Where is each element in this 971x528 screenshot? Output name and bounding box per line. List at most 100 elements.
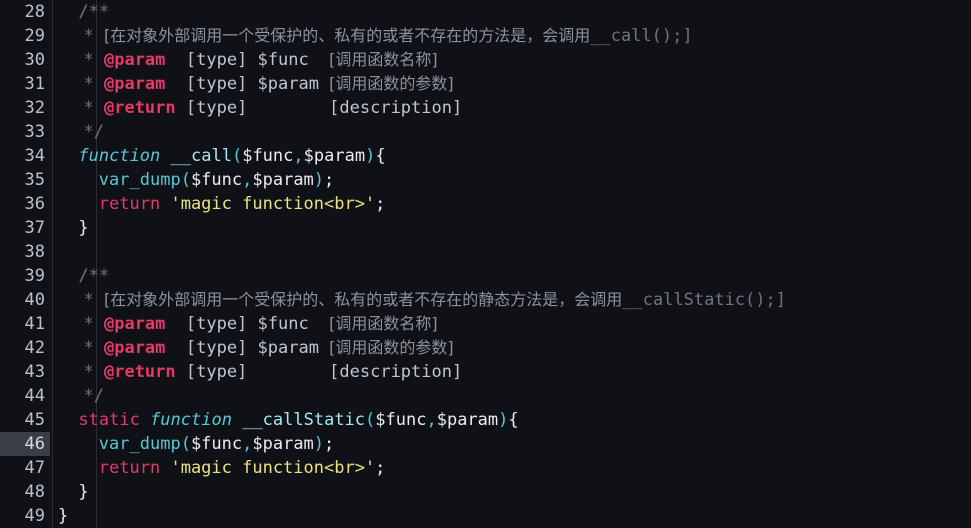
code-token: return <box>98 194 161 214</box>
code-line[interactable]: 45 static function __callStatic($func,$pa… <box>0 408 971 432</box>
code-token: * <box>83 26 104 46</box>
line-number[interactable]: 46 <box>0 432 45 456</box>
code-line[interactable]: 32 * @return [type] [description] <box>0 96 971 120</box>
gutter-padding <box>45 120 50 144</box>
code-text[interactable]: * @param [type] $param [调用函数的参数] <box>84 336 454 360</box>
code-line[interactable]: 39 /** <box>0 264 971 288</box>
code-line[interactable]: 33 */ <box>0 120 971 144</box>
code-line[interactable]: 35 var_dump($func,$param); <box>0 168 971 192</box>
code-line[interactable]: 40 * [在对象外部调用一个受保护的、私有的或者不存在的静态方法是，会调用__c… <box>0 288 971 312</box>
line-number[interactable]: 32 <box>0 96 45 120</box>
code-text[interactable]: var_dump($func,$param); <box>99 168 335 192</box>
line-number[interactable]: 33 <box>0 120 45 144</box>
code-token: [type] $param <box>165 338 330 358</box>
line-number[interactable]: 35 <box>0 168 45 192</box>
line-number[interactable]: 48 <box>0 480 45 504</box>
code-line[interactable]: 42 * @param [type] $param [调用函数的参数] <box>0 336 971 360</box>
code-token: $param <box>303 146 366 166</box>
code-text[interactable]: * [在对象外部调用一个受保护的、私有的或者不存在的方法是，会调用__call(… <box>84 24 693 48</box>
code-text[interactable]: /** <box>78 264 109 288</box>
code-token: [调用函数的参数] <box>329 74 454 93</box>
code-line[interactable]: 47 return 'magic function<br>'; <box>0 456 971 480</box>
code-line[interactable]: 36 return 'magic function<br>'; <box>0 192 971 216</box>
line-number[interactable]: 36 <box>0 192 45 216</box>
code-token: ) <box>313 434 325 454</box>
code-text[interactable]: var_dump($func,$param); <box>99 432 335 456</box>
gutter-padding <box>45 288 50 312</box>
code-line[interactable]: 29 * [在对象外部调用一个受保护的、私有的或者不存在的方法是，会调用__cal… <box>0 24 971 48</box>
code-editor[interactable]: 28 /** 29 * [在对象外部调用一个受保护的、私有的或者不存在的方法是，会调用… <box>0 0 971 528</box>
line-number[interactable]: 40 <box>0 288 45 312</box>
code-text[interactable]: */ <box>84 120 104 144</box>
code-line[interactable]: 41 * @param [type] $func [调用函数名称] <box>0 312 971 336</box>
code-token: */ <box>83 122 104 142</box>
code-token: @param <box>103 314 166 334</box>
code-token: * <box>83 362 104 382</box>
code-line[interactable]: 43 * @return [type] [description] <box>0 360 971 384</box>
code-text[interactable]: */ <box>84 384 104 408</box>
code-text[interactable]: * @param [type] $func [调用函数名称] <box>84 312 438 336</box>
code-lines-container[interactable]: 28 /** 29 * [在对象外部调用一个受保护的、私有的或者不存在的方法是，会调用… <box>0 0 971 528</box>
code-token: * <box>83 338 104 358</box>
code-line[interactable]: 49} <box>0 504 971 528</box>
code-token: [type] $func <box>165 50 330 70</box>
code-line[interactable]: 34 function __call($func,$param){ <box>0 144 971 168</box>
gutter-padding <box>45 216 50 240</box>
code-text[interactable]: * @param [type] $func [调用函数名称] <box>84 48 438 72</box>
code-line[interactable]: 46 var_dump($func,$param); <box>0 432 971 456</box>
code-text[interactable]: return 'magic function<br>'; <box>99 192 386 216</box>
code-line[interactable]: 38 <box>0 240 971 264</box>
gutter-padding <box>45 504 50 528</box>
line-number[interactable]: 45 <box>0 408 45 432</box>
line-number[interactable]: 31 <box>0 72 45 96</box>
gutter-padding <box>45 192 50 216</box>
code-line[interactable]: 30 * @param [type] $func [调用函数名称] <box>0 48 971 72</box>
code-text[interactable]: * @return [type] [description] <box>84 96 463 120</box>
code-line[interactable]: 37} <box>0 216 971 240</box>
code-text[interactable]: } <box>58 504 68 528</box>
code-text[interactable]: * @return [type] [description] <box>84 360 463 384</box>
line-number[interactable]: 49 <box>0 504 45 528</box>
code-token: static <box>78 410 140 430</box>
code-token: * <box>83 290 104 310</box>
code-text[interactable]: * [在对象外部调用一个受保护的、私有的或者不存在的静态方法是，会调用__cal… <box>84 288 787 312</box>
gutter-padding <box>45 456 50 480</box>
line-number[interactable]: 42 <box>0 336 45 360</box>
line-number[interactable]: 41 <box>0 312 45 336</box>
line-number[interactable]: 29 <box>0 24 45 48</box>
code-text[interactable]: /** <box>78 0 109 24</box>
code-token: [type] $param <box>165 74 330 94</box>
gutter-padding <box>45 336 50 360</box>
line-number[interactable]: 38 <box>0 240 45 264</box>
gutter-padding <box>45 408 50 432</box>
line-number[interactable]: 37 <box>0 216 45 240</box>
line-number[interactable]: 30 <box>0 48 45 72</box>
code-text[interactable]: static function __callStatic($func,$para… <box>78 408 518 432</box>
code-text[interactable]: return 'magic function<br>'; <box>99 456 386 480</box>
code-text[interactable]: } <box>78 216 88 240</box>
line-number[interactable]: 44 <box>0 384 45 408</box>
line-number[interactable]: 34 <box>0 144 45 168</box>
gutter-padding <box>45 480 50 504</box>
code-token: , <box>242 170 253 190</box>
code-token: __call <box>170 146 232 166</box>
code-line[interactable]: 31 * @param [type] $param [调用函数的参数] <box>0 72 971 96</box>
code-text[interactable]: function __call($func,$param){ <box>78 144 385 168</box>
line-number[interactable]: 28 <box>0 0 45 24</box>
code-text[interactable]: } <box>78 480 88 504</box>
code-token: 'magic function<br>' <box>170 194 376 214</box>
code-token: ( <box>180 170 191 190</box>
code-token: var_dump <box>98 170 181 190</box>
line-number[interactable]: 39 <box>0 264 45 288</box>
code-line[interactable]: 28 /** <box>0 0 971 24</box>
code-token: ; <box>324 170 335 190</box>
line-number[interactable]: 47 <box>0 456 45 480</box>
code-line[interactable]: 44 */ <box>0 384 971 408</box>
line-number[interactable]: 43 <box>0 360 45 384</box>
code-line[interactable]: 48} <box>0 480 971 504</box>
code-token: * <box>83 74 104 94</box>
code-token: { <box>375 146 386 166</box>
code-text[interactable]: * @param [type] $param [调用函数的参数] <box>84 72 454 96</box>
